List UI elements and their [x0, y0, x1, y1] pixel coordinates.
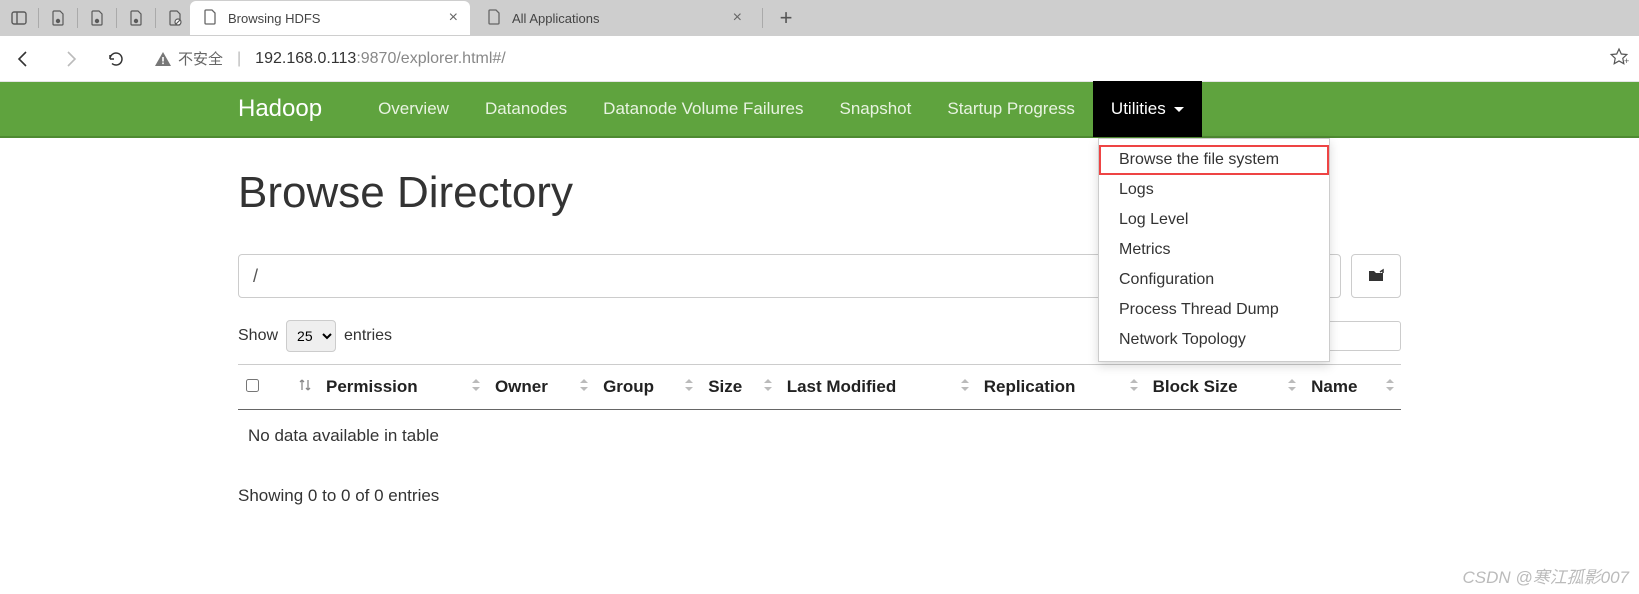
separator — [155, 8, 156, 28]
sort-icon — [579, 377, 589, 397]
utilities-dropdown: Browse the file system Logs Log Level Me… — [1098, 138, 1330, 362]
separator — [77, 8, 78, 28]
entries-label: entries — [344, 327, 392, 345]
separator — [116, 8, 117, 28]
dropdown-configuration[interactable]: Configuration — [1099, 265, 1329, 295]
sort-icon — [471, 377, 481, 397]
sort-icon — [684, 377, 694, 397]
caret-down-icon — [1174, 107, 1184, 112]
watermark: CSDN @寒江孤影007 — [1462, 563, 1629, 588]
tab-browsing-hdfs[interactable]: Browsing HDFS × — [190, 1, 470, 35]
col-last-modified[interactable]: Last Modified — [779, 365, 976, 410]
svg-text:+: + — [1624, 56, 1629, 66]
security-status: 不安全 — [154, 48, 223, 69]
nav-overview[interactable]: Overview — [360, 81, 467, 137]
show-entries: Show 25 entries — [238, 320, 392, 352]
page-size-select[interactable]: 25 — [286, 320, 336, 352]
lock-doc-icon-2[interactable] — [86, 7, 108, 29]
file-table: Permission Owner Group Size Last Modifie… — [238, 364, 1401, 462]
warning-icon — [154, 50, 172, 68]
close-icon[interactable]: × — [449, 9, 458, 27]
url-path: :9870/explorer.html#/ — [356, 50, 505, 67]
page-icon — [202, 9, 218, 28]
select-all-checkbox[interactable] — [246, 379, 259, 392]
close-icon[interactable]: × — [733, 9, 742, 27]
dropdown-process-thread-dump[interactable]: Process Thread Dump — [1099, 295, 1329, 325]
forward-button[interactable] — [56, 45, 84, 73]
lock-doc-icon[interactable] — [47, 7, 69, 29]
page-content: Browse Directory Show 25 entries Search:… — [0, 138, 1639, 516]
col-replication[interactable]: Replication — [976, 365, 1145, 410]
tab-title: All Applications — [512, 11, 599, 26]
favorite-button[interactable]: + — [1609, 47, 1629, 70]
tab-strip: Browsing HDFS × All Applications × + — [0, 0, 1639, 36]
dropdown-network-topology[interactable]: Network Topology — [1099, 325, 1329, 355]
lock-doc-icon-3[interactable] — [125, 7, 147, 29]
col-permission[interactable]: Permission — [318, 365, 487, 410]
tab-all-applications[interactable]: All Applications × — [474, 1, 754, 35]
dropdown-logs[interactable]: Logs — [1099, 175, 1329, 205]
nav-startup-progress[interactable]: Startup Progress — [929, 81, 1093, 137]
sort-icon — [960, 377, 970, 397]
hadoop-nav: Hadoop Overview Datanodes Datanode Volum… — [0, 82, 1639, 138]
sort-icon — [1385, 377, 1395, 397]
col-group[interactable]: Group — [595, 365, 700, 410]
page-icon — [486, 9, 502, 28]
nav-datanode-volume-failures[interactable]: Datanode Volume Failures — [585, 81, 821, 137]
sort-icon — [763, 377, 773, 397]
no-data-text: No data available in table — [238, 410, 1401, 463]
lock-doc-blocked-icon[interactable] — [164, 7, 186, 29]
nav-utilities[interactable]: Utilities — [1093, 81, 1202, 137]
sort-icon — [1287, 377, 1297, 397]
back-button[interactable] — [10, 45, 38, 73]
tab-title: Browsing HDFS — [228, 11, 320, 26]
dropdown-log-level[interactable]: Log Level — [1099, 205, 1329, 235]
sort-icon[interactable] — [298, 377, 312, 397]
nav-datanodes[interactable]: Datanodes — [467, 81, 585, 137]
dropdown-browse-filesystem[interactable]: Browse the file system — [1099, 145, 1329, 175]
sort-icon — [1129, 377, 1139, 397]
reload-button[interactable] — [102, 45, 130, 73]
brand[interactable]: Hadoop — [238, 95, 322, 123]
new-tab-button[interactable]: + — [771, 5, 801, 31]
sidebar-icon[interactable] — [8, 7, 30, 29]
create-folder-button[interactable] — [1351, 254, 1401, 298]
browser-chrome: Browsing HDFS × All Applications × + 不安全… — [0, 0, 1639, 82]
show-label: Show — [238, 327, 278, 345]
separator — [762, 8, 763, 28]
col-name[interactable]: Name — [1303, 365, 1401, 410]
col-owner[interactable]: Owner — [487, 365, 595, 410]
col-size[interactable]: Size — [700, 365, 779, 410]
separator — [38, 8, 39, 28]
dropdown-metrics[interactable]: Metrics — [1099, 235, 1329, 265]
url-host: 192.168.0.113 — [255, 50, 356, 67]
security-label: 不安全 — [178, 48, 223, 69]
nav-snapshot[interactable]: Snapshot — [822, 81, 930, 137]
url-input[interactable]: 不安全 | 192.168.0.113:9870/explorer.html#/ — [148, 48, 1591, 69]
address-bar: 不安全 | 192.168.0.113:9870/explorer.html#/… — [0, 36, 1639, 82]
nav-utilities-label: Utilities — [1111, 99, 1166, 119]
no-data-row: No data available in table — [238, 410, 1401, 463]
col-block-size[interactable]: Block Size — [1145, 365, 1304, 410]
path-input[interactable] — [238, 254, 1161, 298]
table-info: Showing 0 to 0 of 0 entries — [238, 486, 1401, 506]
